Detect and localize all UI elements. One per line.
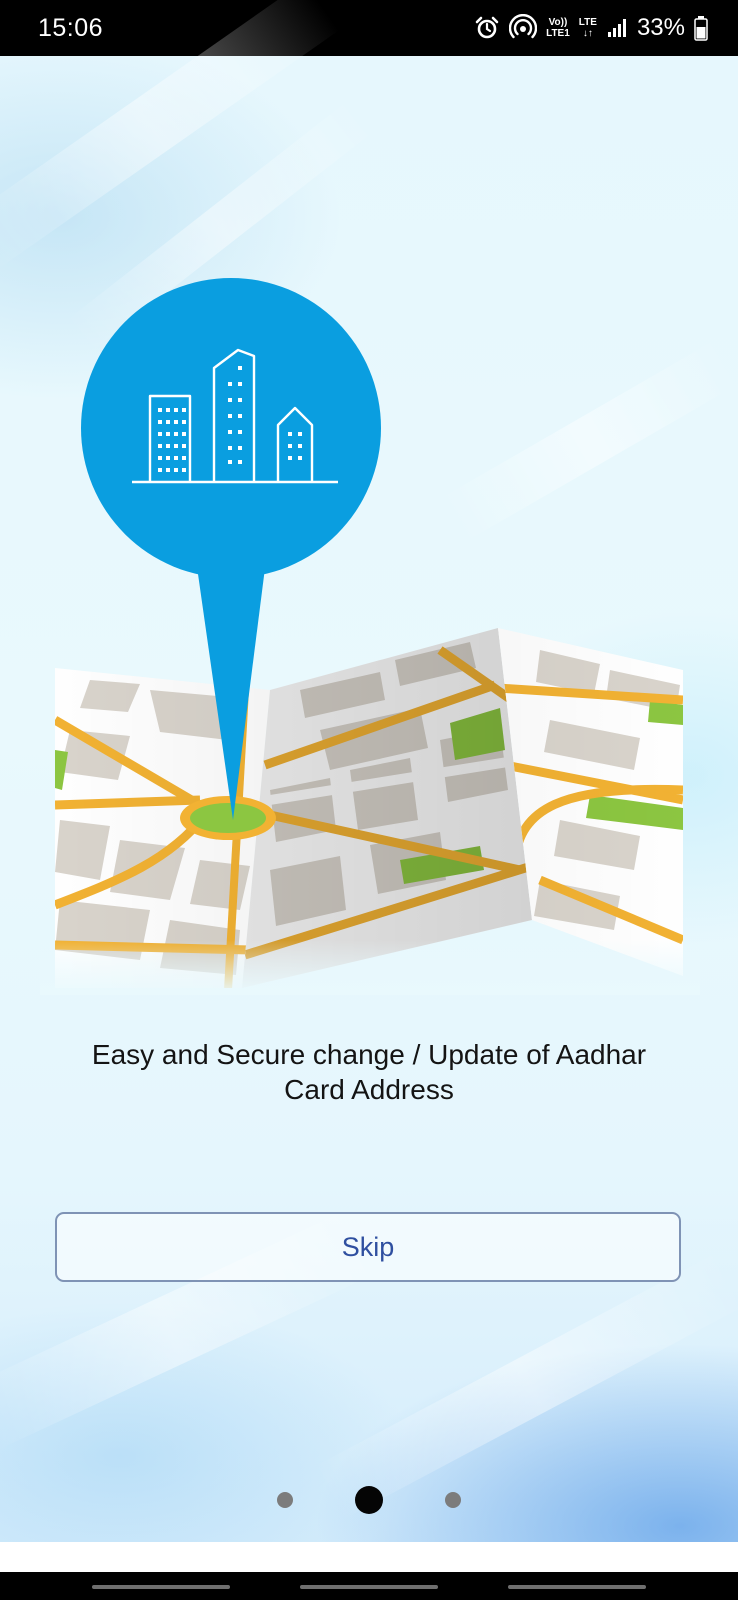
nav-recents-handle[interactable] [92, 1585, 230, 1589]
caption-line-1: Easy and Secure change / Update of Aadha… [91, 1039, 647, 1070]
onboarding-caption: Easy and Secure change / Update of Aadha… [60, 1037, 678, 1107]
caption-line-2: Card Address [284, 1074, 454, 1105]
skip-button-label: Skip [341, 1231, 395, 1262]
skip-button[interactable]: Skip [55, 1212, 681, 1282]
page-indicator [0, 1480, 738, 1520]
nav-home-handle[interactable] [300, 1585, 438, 1589]
page-dot-2-active[interactable] [355, 1486, 383, 1514]
map-illustration [40, 278, 700, 995]
navigation-bar [0, 1572, 738, 1600]
map-icon [40, 628, 700, 995]
nav-back-handle[interactable] [508, 1585, 646, 1589]
page-dot-3[interactable] [445, 1492, 461, 1508]
page-dot-1[interactable] [277, 1492, 293, 1508]
